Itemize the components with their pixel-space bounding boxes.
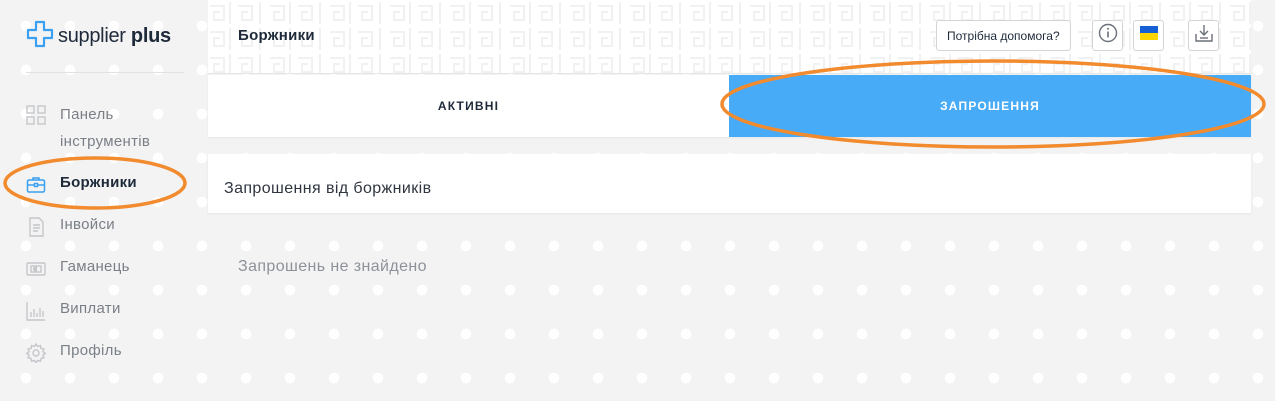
ukraine-flag-icon	[1139, 26, 1158, 45]
sidebar-divider	[26, 72, 184, 73]
wallet-icon	[26, 259, 46, 279]
sidebar-item-label: Інвойси	[60, 216, 115, 233]
info-button[interactable]	[1092, 20, 1123, 51]
language-button[interactable]	[1133, 20, 1164, 51]
tab-active[interactable]: АКТИВНІ	[208, 75, 729, 137]
page-title: Боржники	[238, 27, 315, 44]
tab-bar: АКТИВНІ ЗАПРОШЕННЯ	[208, 75, 1251, 137]
help-button[interactable]: Потрібна допомога?	[936, 20, 1071, 51]
sidebar-item-label: Боржники	[60, 174, 137, 191]
empty-state-message: Запрошень не знайдено	[238, 258, 427, 275]
sidebar-item-label: Профіль	[60, 342, 122, 359]
sidebar-item-dashboard[interactable]: Панель інструментів	[26, 104, 170, 155]
sidebar: supplier plus Панель інструментів Боржни…	[0, 0, 200, 401]
tab-invitations[interactable]: ЗАПРОШЕННЯ	[729, 75, 1251, 137]
info-icon	[1098, 23, 1118, 48]
dashboard-grid-icon	[26, 105, 46, 125]
cross-logo-icon	[26, 20, 54, 53]
download-icon	[1194, 23, 1214, 48]
document-icon	[26, 217, 46, 237]
sidebar-item-label: Виплати	[60, 300, 121, 317]
page-header: Боржники Потрібна допомога?	[208, 0, 1251, 74]
download-button[interactable]	[1188, 20, 1219, 51]
sidebar-item-label: Панель інструментів	[60, 106, 151, 150]
gear-icon	[25, 342, 47, 365]
sidebar-item-profile[interactable]: Профіль	[25, 342, 122, 365]
briefcase-icon	[26, 175, 46, 195]
logo[interactable]: supplier plus	[26, 20, 171, 53]
invitations-panel: Запрошення від боржників	[208, 154, 1251, 213]
sidebar-item-label: Гаманець	[60, 258, 130, 275]
panel-title: Запрошення від боржників	[224, 180, 432, 197]
logo-text: supplier plus	[58, 25, 171, 47]
sidebar-item-invoices[interactable]: Інвойси	[26, 216, 115, 237]
sidebar-item-debtors[interactable]: Боржники	[26, 174, 137, 195]
bar-chart-icon	[26, 301, 46, 321]
sidebar-item-wallet[interactable]: Гаманець	[26, 258, 130, 279]
sidebar-item-payouts[interactable]: Виплати	[26, 300, 121, 321]
